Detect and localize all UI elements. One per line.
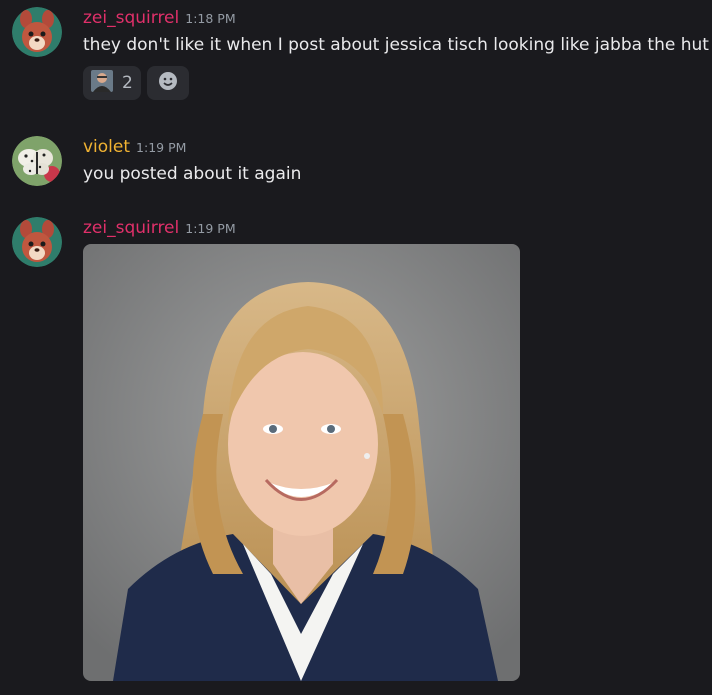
message-text: you posted about it again [83,164,302,184]
username[interactable]: violet [83,137,130,157]
user-avatar[interactable] [12,7,62,57]
message: violet 1:19 PM you posted about it again [0,128,712,198]
timestamp: 1:19 PM [185,221,236,236]
message-text: they don't like it when I post about jes… [83,35,709,55]
butterfly-avatar-icon [12,136,62,186]
reaction-button[interactable]: 2 [83,66,141,100]
squirrel-avatar-icon [12,7,62,57]
user-avatar[interactable] [12,217,62,267]
user-avatar[interactable] [12,136,62,186]
reactions-bar: 2 [83,66,189,100]
reaction-count: 2 [122,73,133,93]
username[interactable]: zei_squirrel [83,218,179,238]
image-attachment[interactable] [83,244,520,681]
smiley-icon [158,71,178,95]
chat-messages: zei_squirrel 1:18 PM they don't like it w… [0,0,712,695]
squirrel-avatar-icon [12,217,62,267]
timestamp: 1:19 PM [136,140,187,155]
message: zei_squirrel 1:19 PM [0,210,712,695]
timestamp: 1:18 PM [185,11,236,26]
add-reaction-button[interactable] [146,66,189,100]
portrait-photo [83,244,520,681]
username[interactable]: zei_squirrel [83,8,179,28]
message: zei_squirrel 1:18 PM they don't like it w… [0,0,712,110]
person-photo-emoji-icon [91,70,113,96]
